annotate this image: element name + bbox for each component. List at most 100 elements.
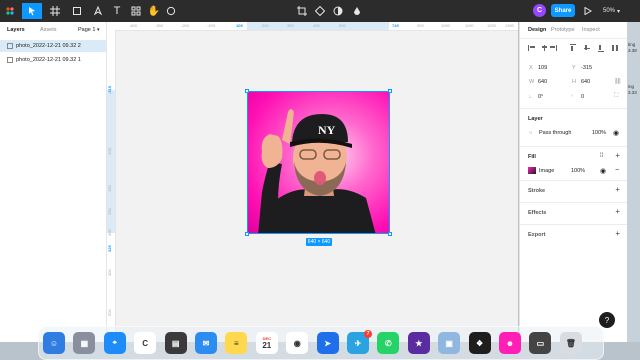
ruler-tick-label: 109 — [236, 23, 243, 28]
zoom-label: 50% — [603, 8, 616, 14]
dock-app-preview[interactable]: ▣ — [438, 332, 461, 354]
align-icons[interactable] — [528, 44, 618, 52]
image-fill-swatch[interactable] — [528, 167, 536, 174]
dock-app-telegram[interactable]: ✈ 7 — [347, 330, 372, 354]
dock-app-calculator[interactable]: ▤ — [164, 332, 187, 354]
dock-app-launchpad[interactable]: ▦ — [73, 332, 96, 354]
tab-design[interactable]: Design — [528, 27, 546, 33]
chevron-down-icon[interactable]: ▾ — [97, 27, 100, 33]
eye-icon[interactable]: ◉ — [613, 129, 619, 137]
dock-app-spark[interactable]: ➤ — [316, 332, 339, 354]
shape-tool-icon[interactable] — [69, 3, 85, 19]
rotation-field[interactable]: 0° — [538, 94, 543, 100]
blend-mode-select[interactable]: Pass through — [539, 130, 571, 136]
ruler-tick-label: -200 — [181, 23, 190, 28]
dock-app-icon: ☺ — [49, 338, 59, 348]
play-icon[interactable] — [582, 3, 594, 19]
share-button[interactable]: Share — [551, 4, 575, 17]
hand-tool-icon[interactable]: ✋ — [147, 3, 161, 19]
contrast-icon[interactable] — [331, 3, 345, 19]
h-field[interactable]: 640 — [581, 79, 590, 85]
ruler-tick-label: 1000 — [441, 23, 450, 28]
fill-icon[interactable] — [350, 3, 364, 19]
ruler-tick-label: 300 — [107, 229, 112, 236]
ruler-tick-label: 900 — [417, 23, 424, 28]
add-fill-icon[interactable]: + — [615, 151, 620, 160]
fill-opacity-field[interactable]: 100% — [571, 168, 585, 174]
svg-text:NY: NY — [318, 123, 336, 137]
w-field[interactable]: 640 — [538, 79, 547, 85]
constrain-proportions-icon[interactable]: ⛓ — [614, 78, 622, 85]
dock-app-trash[interactable]: 🗑 — [559, 332, 582, 354]
avatar[interactable]: C — [533, 4, 546, 17]
fill-styles-icon[interactable]: ⁞⁞ — [600, 153, 603, 159]
comment-tool-icon[interactable] — [164, 3, 178, 19]
layer-opacity-field[interactable]: 100% — [592, 130, 606, 136]
dock-app-icon: ▤ — [171, 338, 180, 348]
dock-app-figma[interactable]: ❖ — [468, 332, 491, 354]
tab-assets[interactable]: Assets — [40, 27, 57, 33]
y-label: Y — [572, 65, 576, 71]
tab-inspect[interactable]: Inspect — [582, 27, 600, 33]
resize-handle[interactable] — [388, 89, 392, 93]
dock-app-photo[interactable]: ☻ — [499, 332, 521, 354]
dock-app-cardhop[interactable]: C — [134, 332, 157, 354]
resize-handle[interactable] — [388, 232, 392, 236]
dock-app-icon: 🗑 — [565, 338, 576, 348]
dock-app-notes[interactable]: ≡ — [225, 332, 248, 354]
dock-app-screenshot[interactable]: ▭ — [529, 332, 552, 354]
corner-radius-field[interactable]: 0 — [581, 94, 584, 100]
dock-app-whatsapp[interactable]: ✆ — [377, 332, 400, 354]
resize-handle[interactable] — [245, 89, 249, 93]
dock-app-chrome[interactable]: ◉ — [286, 332, 309, 354]
ruler-tick-label: 749 — [392, 23, 399, 28]
component-icon[interactable] — [313, 3, 327, 19]
w-label: W — [529, 79, 535, 85]
page-selector[interactable]: Page 1 — [78, 27, 95, 33]
background-text: ing — [628, 84, 635, 89]
pen-tool-icon[interactable] — [90, 3, 106, 19]
resources-icon[interactable] — [129, 3, 143, 19]
resize-handle[interactable] — [245, 232, 249, 236]
dock-app-calendar[interactable]: DEC 21 — [255, 332, 278, 354]
zoom-control[interactable]: 50% ▾ — [603, 3, 620, 19]
toolbar: T ✋ C Share 50% ▾ — [0, 0, 640, 22]
fill-type-label[interactable]: Image — [539, 168, 554, 174]
eye-icon[interactable]: ◉ — [600, 167, 606, 175]
background-text: 3.33 — [628, 90, 637, 95]
x-field[interactable]: 109 — [538, 65, 547, 71]
figma-menu-icon[interactable] — [2, 3, 18, 19]
effects-section-title: Effects — [528, 210, 547, 216]
ruler-tick-label: -100 — [207, 23, 216, 28]
dock-app-finder[interactable]: ☺ — [43, 332, 65, 354]
y-field[interactable]: -315 — [581, 65, 592, 71]
dock-app-icon: ✉ — [202, 338, 210, 348]
fill-section-title: Fill — [528, 154, 536, 160]
help-button[interactable]: ? — [599, 312, 615, 328]
export-section: Export + — [520, 224, 628, 247]
add-export-icon[interactable]: + — [615, 229, 620, 238]
crop-icon[interactable] — [295, 3, 309, 19]
ruler-tick-label: 300 — [287, 23, 294, 28]
add-stroke-icon[interactable]: + — [615, 185, 620, 194]
dock-app-imovie[interactable]: ★ — [407, 332, 430, 354]
layer-item[interactable]: photo_2022-12-21 09.32 2 — [0, 40, 106, 52]
ruler-tick-label: 100 — [107, 185, 112, 192]
frame-tool-icon[interactable] — [47, 3, 63, 19]
layer-item[interactable]: photo_2022-12-21 09.32 1 — [0, 54, 106, 66]
remove-fill-icon[interactable]: − — [615, 167, 619, 174]
dock-app-icon: ❖ — [476, 338, 484, 348]
text-tool-icon[interactable]: T — [110, 3, 124, 19]
ruler-tick-label: 400 — [313, 23, 320, 28]
independent-corners-icon[interactable]: ⛶ — [614, 93, 618, 100]
rotation-icon: ∟ — [528, 94, 534, 100]
selected-image[interactable]: NY — [247, 91, 390, 234]
image-layer-icon — [7, 57, 13, 63]
add-effect-icon[interactable]: + — [615, 207, 620, 216]
tab-prototype[interactable]: Prototype — [551, 27, 575, 33]
dock-app-mail[interactable]: ✉ — [195, 332, 217, 354]
dock-app-safari[interactable]: ⌖ — [103, 332, 126, 354]
tab-layers[interactable]: Layers — [7, 27, 25, 33]
dock-app-icon: ✆ — [385, 338, 392, 348]
move-tool-icon[interactable] — [22, 3, 42, 19]
